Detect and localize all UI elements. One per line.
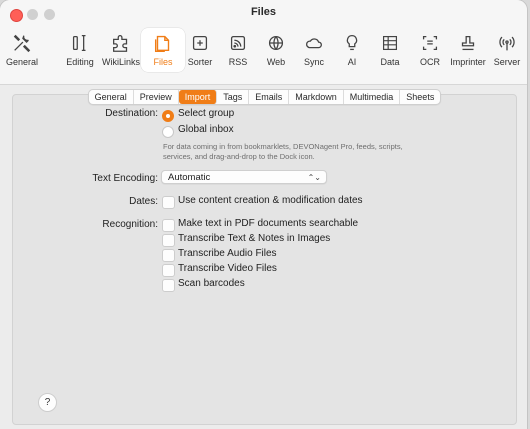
- broadcast-icon: [485, 32, 527, 56]
- preferences-toolbar: General Editing WikiLinks Files Sorter R…: [0, 28, 527, 78]
- toolbar-label: Server: [493, 57, 521, 67]
- recognition-option-label: Scan barcodes: [178, 278, 245, 289]
- recognition-option-label: Transcribe Video Files: [178, 263, 277, 274]
- destination-select-group-radio[interactable]: [162, 110, 174, 122]
- destination-global-inbox-radio[interactable]: [162, 126, 174, 138]
- text-encoding-value: Automatic: [168, 172, 211, 183]
- tab-multimedia[interactable]: Multimedia: [344, 90, 401, 104]
- transcribe-images-checkbox[interactable]: [162, 234, 175, 247]
- tab-markdown[interactable]: Markdown: [289, 90, 344, 104]
- destination-option-label: Select group: [178, 108, 235, 119]
- tab-general[interactable]: General: [89, 90, 134, 104]
- tab-preview[interactable]: Preview: [134, 90, 179, 104]
- window-title: Files: [250, 6, 277, 18]
- tab-import[interactable]: Import: [178, 90, 218, 104]
- recognition-option-label: Transcribe Text & Notes in Images: [178, 233, 331, 244]
- recognition-option-label: Transcribe Audio Files: [178, 248, 277, 259]
- toolbar-label: WikiLinks: [101, 57, 140, 67]
- transcribe-video-checkbox[interactable]: [162, 264, 175, 277]
- dates-label: Dates:: [129, 196, 158, 207]
- toolbar-item-imprinter[interactable]: Imprinter: [446, 28, 490, 72]
- toolbar-label: Editing: [66, 57, 94, 67]
- table-icon: [368, 32, 412, 56]
- tab-tags[interactable]: Tags: [217, 90, 250, 104]
- recognition-option-label: Make text in PDF documents searchable: [178, 218, 359, 229]
- tab-sheets[interactable]: Sheets: [400, 90, 440, 104]
- puzzle-icon: [99, 32, 143, 56]
- scan-barcodes-checkbox[interactable]: [162, 279, 175, 292]
- toolbar-label: General: [5, 57, 39, 67]
- toolbar-item-general[interactable]: General: [0, 28, 44, 72]
- toolbar-label: Imprinter: [450, 57, 486, 67]
- destination-option-label: Global inbox: [178, 124, 234, 135]
- help-button[interactable]: ?: [38, 393, 57, 412]
- toolbar-label: Data: [380, 57, 400, 67]
- chevron-up-down-icon: ⌃⌄: [307, 173, 321, 182]
- toolbar-item-data[interactable]: Data: [368, 28, 412, 72]
- tools-icon: [0, 32, 44, 56]
- settings-tab-bar: General Preview Import Tags Emails Markd…: [13, 89, 516, 105]
- stamp-icon: [446, 32, 490, 56]
- text-cursor-icon: [58, 32, 102, 56]
- pdf-searchable-checkbox[interactable]: [162, 219, 175, 232]
- preferences-window: Files General Editing WikiLinks Files So…: [0, 0, 527, 429]
- toolbar-item-editing[interactable]: Editing: [58, 28, 102, 72]
- destination-note: For data coming in from bookmarklets, DE…: [163, 142, 403, 161]
- toolbar-item-wikilinks[interactable]: WikiLinks: [99, 28, 143, 72]
- use-content-dates-checkbox[interactable]: [162, 196, 175, 209]
- destination-label: Destination:: [105, 108, 158, 119]
- import-settings-panel: General Preview Import Tags Emails Markd…: [12, 89, 517, 425]
- transcribe-audio-checkbox[interactable]: [162, 249, 175, 262]
- text-encoding-label: Text Encoding:: [92, 173, 158, 184]
- text-encoding-select[interactable]: Automatic ⌃⌄: [161, 170, 327, 184]
- tab-emails[interactable]: Emails: [249, 90, 290, 104]
- dates-option-label: Use content creation & modification date…: [178, 195, 363, 206]
- toolbar-item-server[interactable]: Server: [485, 28, 527, 72]
- recognition-label: Recognition:: [102, 219, 158, 230]
- titlebar: Files General Editing WikiLinks Files So…: [0, 0, 527, 85]
